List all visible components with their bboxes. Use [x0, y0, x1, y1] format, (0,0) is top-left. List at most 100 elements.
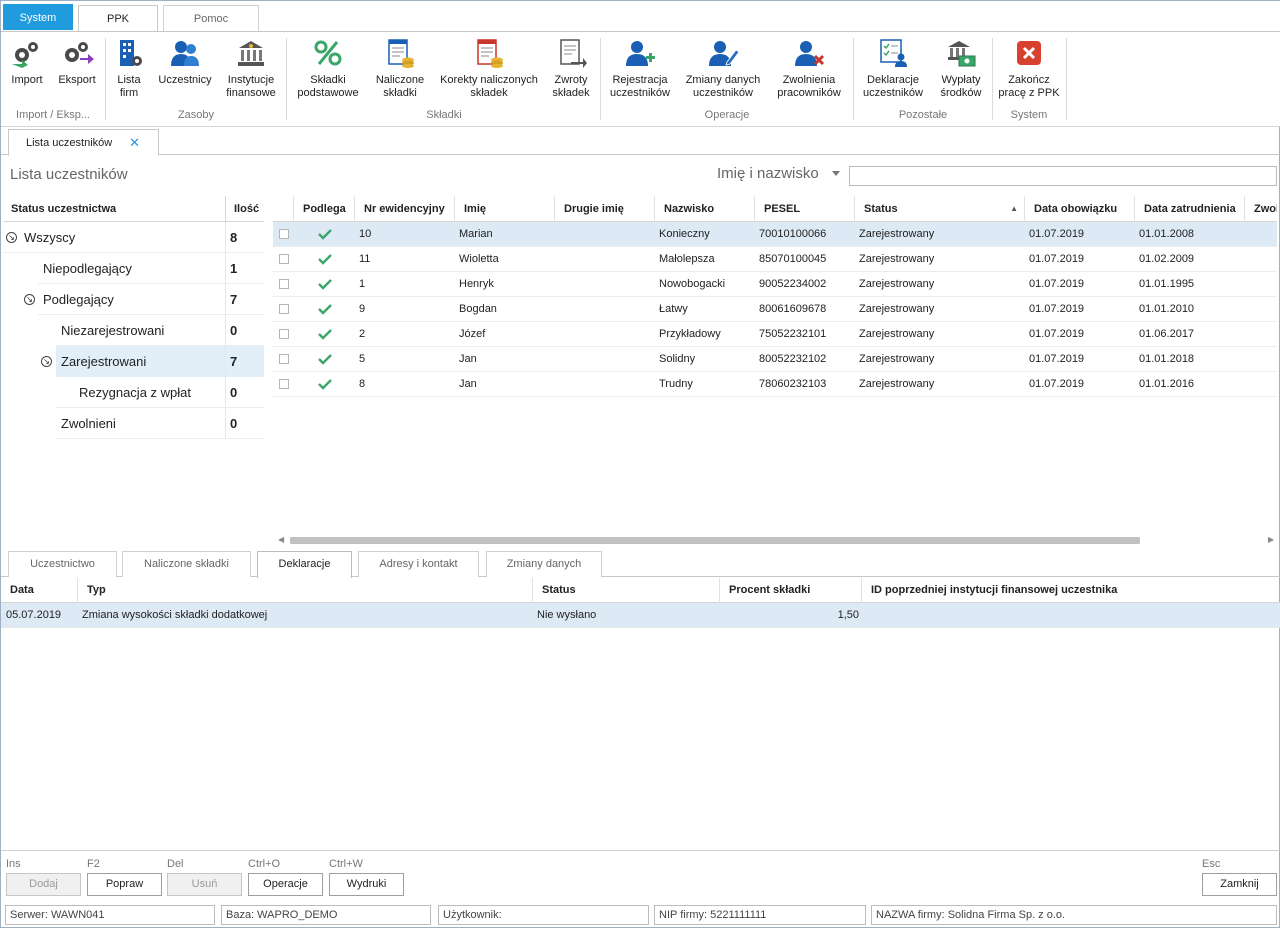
table-row[interactable]: 11 Wioletta Małolepsza 85070100045 Zarejestr…	[273, 247, 1277, 272]
tree-item-dismissed[interactable]: Zwolnieni 0	[4, 408, 264, 439]
cell-pesel: 80052232102	[759, 353, 827, 365]
export-button[interactable]: Eksport	[53, 34, 101, 102]
row-checkbox[interactable]	[279, 304, 289, 314]
contribution-refunds-button[interactable]: Zwroty składek	[547, 34, 595, 102]
ribbon-tabs: System PPK Pomoc	[1, 1, 1280, 32]
scrollbar-thumb[interactable]	[290, 537, 1140, 544]
prints-button[interactable]: Wydruki	[329, 873, 404, 896]
basic-contributions-button[interactable]: Składki podstawowe	[291, 34, 365, 102]
company-list-label-1: Lista	[117, 74, 141, 86]
financial-institutions-label-1: Instytucje	[227, 74, 275, 86]
cell-status: Nie wysłano	[537, 609, 597, 621]
collapse-icon[interactable]: ↘	[41, 356, 52, 367]
contribution-corrections-button[interactable]: Korekty naliczonych składek	[435, 34, 543, 102]
tab-pomoc[interactable]: Pomoc	[163, 5, 259, 31]
tab-addresses[interactable]: Adresy i kontakt	[358, 551, 479, 577]
col-header-subject[interactable]: Podlega	[293, 196, 354, 222]
tree-item-resigned[interactable]: Rezygnacja z wpłat 0	[4, 377, 264, 408]
col-header-percent[interactable]: Procent składki	[719, 578, 861, 603]
tab-declarations[interactable]: Deklaracje	[257, 551, 352, 578]
financial-institutions-button[interactable]: Instytucje finansowe	[221, 34, 281, 102]
table-row[interactable]: 5 Jan Solidny 80052232102 Zarejestrowany 01.0…	[273, 347, 1277, 372]
col-header-nr[interactable]: Nr ewidencyjny	[354, 196, 454, 222]
row-checkbox[interactable]	[279, 329, 289, 339]
close-icon[interactable]: ✕	[129, 130, 140, 156]
chevron-down-icon[interactable]	[832, 171, 840, 176]
col-header-type[interactable]: Typ	[77, 578, 532, 603]
tree-item-unregistered[interactable]: Niezarejestrowani 0	[4, 315, 264, 346]
table-row[interactable]: 05.07.2019 Zmiana wysokości składki doda…	[1, 603, 1280, 628]
tree-item-all[interactable]: ↘ Wszyscy 8	[4, 222, 264, 253]
tree-item-label: Rezygnacja z wpłat	[79, 385, 191, 400]
row-checkbox[interactable]	[279, 354, 289, 364]
filter-field-selector[interactable]: Imię i nazwisko	[717, 165, 819, 182]
tree-item-subject[interactable]: ↘ Podlegający 7	[4, 284, 264, 315]
col-header-employment-date[interactable]: Data zatrudnienia	[1134, 196, 1244, 222]
row-checkbox[interactable]	[279, 229, 289, 239]
participant-data-changes-button[interactable]: Zmiany danych uczestników	[681, 34, 765, 102]
collapse-icon[interactable]: ↘	[6, 232, 17, 243]
col-header-first-name[interactable]: Imię	[454, 196, 554, 222]
col-header-date[interactable]: Data	[1, 578, 77, 603]
table-row[interactable]: 9 Bogdan Łatwy 80061609678 Zarejestrowany 01.…	[273, 297, 1277, 322]
add-button[interactable]: Dodaj	[6, 873, 81, 896]
cell-nr: 2	[359, 328, 366, 340]
col-header-status-label: Status	[864, 203, 898, 215]
col-header-obligation-date[interactable]: Data obowiązku	[1024, 196, 1134, 222]
company-list-button[interactable]: Lista firm	[109, 34, 149, 102]
col-header-status[interactable]: Status	[532, 578, 719, 603]
scroll-right-icon[interactable]: ▶	[1268, 535, 1274, 544]
tab-data-changes[interactable]: Zmiany danych	[486, 551, 602, 577]
delete-button[interactable]: Usuń	[167, 873, 242, 896]
collapse-icon[interactable]: ↘	[24, 294, 35, 305]
tab-system[interactable]: System	[3, 4, 73, 30]
table-row[interactable]: 10 Marian Konieczny 70010100066 Zarejestrowa…	[273, 222, 1277, 247]
horizontal-scrollbar[interactable]: ◀ ▶	[273, 534, 1277, 548]
import-button[interactable]: Import	[5, 34, 49, 102]
close-button[interactable]: Zamknij	[1202, 873, 1277, 896]
col-header-pesel[interactable]: PESEL	[754, 196, 854, 222]
search-input[interactable]	[849, 166, 1277, 186]
tree-item-registered[interactable]: ↘ Zarejestrowani 7	[4, 346, 264, 377]
contribution-refunds-label-2: składek	[552, 87, 590, 99]
end-ppk-work-button[interactable]: Zakończ pracę z PPK	[997, 34, 1061, 102]
tree-item-not-subject[interactable]: Niepodlegający 1	[4, 253, 264, 284]
row-checkbox[interactable]	[279, 379, 289, 389]
col-header-second-name[interactable]: Drugie imię	[554, 196, 654, 222]
tab-calculated-contributions[interactable]: Naliczone składki	[122, 551, 251, 577]
table-row[interactable]: 8 Jan Trudny 78060232103 Zarejestrowany 01.07…	[273, 372, 1277, 397]
doc-tab-participant-list[interactable]: Lista uczestników ✕	[8, 129, 159, 156]
cell-nazwisko: Małolepsza	[659, 253, 715, 265]
tab-ppk[interactable]: PPK	[78, 5, 158, 32]
cell-zatr: 01.01.2010	[1139, 303, 1195, 315]
group-label-operations: Operacje	[704, 109, 750, 121]
table-row[interactable]: 2 Józef Przykładowy 75052232101 Zarejestrowa…	[273, 322, 1277, 347]
export-label: Eksport	[58, 74, 96, 86]
cell-nr: 11	[359, 253, 371, 265]
col-header-previous-institution-id[interactable]: ID poprzedniej instytucji finansowej ucz…	[861, 578, 1280, 603]
tab-participation[interactable]: Uczestnictwo	[8, 551, 117, 577]
col-header-last-name[interactable]: Nazwisko	[654, 196, 754, 222]
cell-status: Zarejestrowany	[859, 303, 935, 315]
employee-dismissals-button[interactable]: Zwolnienia pracowników	[771, 34, 847, 102]
row-checkbox[interactable]	[279, 254, 289, 264]
participant-registration-label-2: uczestników	[610, 87, 670, 99]
scroll-left-icon[interactable]: ◀	[278, 535, 284, 544]
group-separator	[105, 38, 106, 120]
col-header-dismissal[interactable]: Zwol	[1244, 196, 1277, 222]
operations-button[interactable]: Operacje	[248, 873, 323, 896]
status-nip: NIP firmy: 5221111111	[654, 905, 866, 925]
participant-registration-button[interactable]: Rejestracja uczestników	[605, 34, 675, 102]
cell-zatr: 01.01.1995	[1139, 278, 1195, 290]
hotkey-ctrl-w: Ctrl+W	[329, 858, 363, 870]
calculated-contributions-button[interactable]: Naliczone składki	[371, 34, 429, 102]
detail-tabs: Uczestnictwo Naliczone składki Deklaracj…	[1, 550, 1280, 578]
edit-button[interactable]: Popraw	[87, 873, 162, 896]
contribution-refunds-label-1: Zwroty	[554, 74, 588, 86]
fund-payouts-button[interactable]: Wypłaty środków	[935, 34, 987, 102]
participants-button[interactable]: Uczestnicy	[155, 34, 215, 102]
col-header-status[interactable]: Status ▲	[854, 196, 1024, 222]
table-row[interactable]: 1 Henryk Nowobogacki 90052234002 Zarejestrow…	[273, 272, 1277, 297]
row-checkbox[interactable]	[279, 279, 289, 289]
participant-declarations-button[interactable]: Deklaracje uczestników	[857, 34, 929, 102]
